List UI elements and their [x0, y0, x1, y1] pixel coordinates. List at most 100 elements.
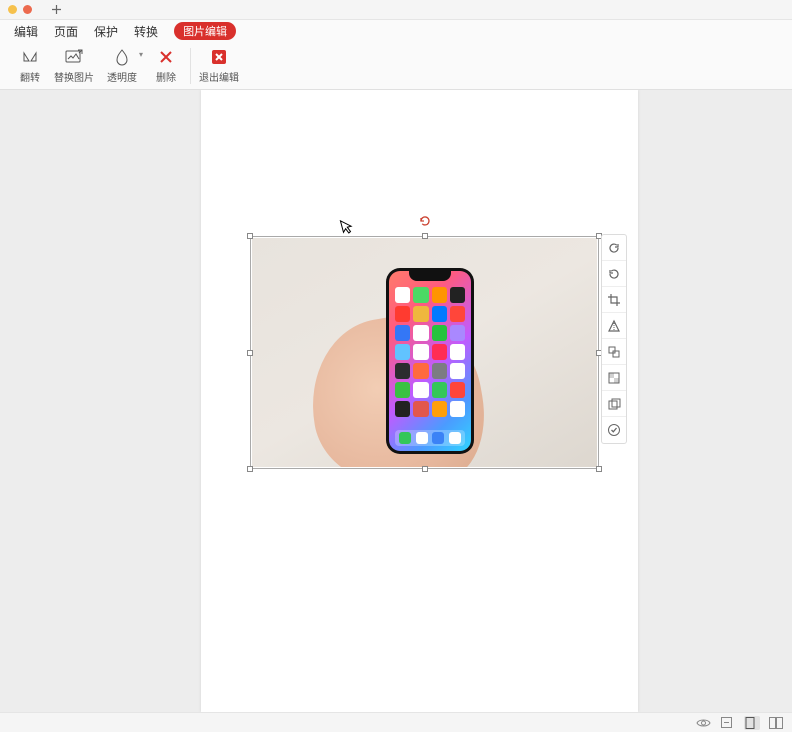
selected-image[interactable]: [250, 236, 599, 469]
menu-page[interactable]: 页面: [54, 23, 78, 40]
rotate-cw-icon: [607, 267, 621, 281]
cursor-pointer-icon: [339, 216, 357, 235]
new-tab-button[interactable]: [46, 0, 66, 20]
double-page-icon: [768, 716, 784, 730]
exit-edit-label: 退出编辑: [199, 69, 239, 84]
delete-tool[interactable]: 删除: [146, 45, 186, 86]
replace-image-tool[interactable]: 替换图片: [50, 45, 98, 86]
float-rotate-ccw[interactable]: [602, 235, 626, 261]
phone-app-icon: [395, 344, 410, 360]
window-titlebar: [0, 0, 792, 20]
delete-icon: [156, 47, 176, 67]
exit-edit-tool[interactable]: 退出编辑: [195, 45, 243, 86]
image-edit-toolbar: 翻转 替换图片 ▾ 透明度 删除 退出编辑: [0, 42, 792, 90]
phone-app-icon: [395, 287, 410, 303]
float-apply[interactable]: [602, 417, 626, 443]
fit-width-icon: [720, 716, 733, 729]
exit-edit-icon: [209, 47, 229, 67]
image-float-toolbar: [601, 234, 627, 444]
phone-dock-icon: [416, 432, 428, 444]
float-export[interactable]: [602, 391, 626, 417]
phone-app-icon: [413, 306, 428, 322]
mirror-icon: [607, 319, 621, 333]
phone-dock-icon: [449, 432, 461, 444]
menu-image-edit[interactable]: 图片编辑: [174, 22, 236, 40]
phone-app-icon: [395, 325, 410, 341]
phone-app-icon: [450, 363, 465, 379]
view-mode-single[interactable]: [744, 716, 760, 730]
opacity-tool[interactable]: ▾ 透明度: [98, 45, 146, 86]
menu-edit[interactable]: 编辑: [14, 23, 38, 40]
flip-tool[interactable]: 翻转: [10, 45, 50, 86]
menu-convert[interactable]: 转换: [134, 23, 158, 40]
export-icon: [607, 397, 621, 411]
check-circle-icon: [607, 423, 621, 437]
delete-label: 删除: [156, 69, 176, 84]
crop-icon: [607, 293, 621, 307]
image-content: [252, 238, 597, 467]
phone-app-icon: [395, 363, 410, 379]
phone-app-icon: [413, 287, 428, 303]
float-crop[interactable]: [602, 287, 626, 313]
phone-app-icon: [450, 382, 465, 398]
view-mode-read[interactable]: [696, 717, 712, 729]
phone-app-icon: [413, 325, 428, 341]
phone-app-icon: [432, 306, 447, 322]
phone-app-icon: [395, 401, 410, 417]
phone-app-icon: [413, 401, 428, 417]
phone-dock-icon: [432, 432, 444, 444]
toolbar-separator: [190, 48, 191, 84]
plus-icon: [51, 4, 62, 15]
rotate-handle[interactable]: [418, 214, 432, 228]
resize-handle-w[interactable]: [247, 350, 253, 356]
phone-app-icon: [432, 287, 447, 303]
resize-handle-se[interactable]: [596, 466, 602, 472]
single-page-icon: [744, 716, 756, 730]
phone-app-icon: [413, 344, 428, 360]
resize-handle-nw[interactable]: [247, 233, 253, 239]
phone-app-icon: [432, 382, 447, 398]
phone-app-icon: [395, 306, 410, 322]
phone-app-icon: [432, 344, 447, 360]
flip-icon: [20, 47, 40, 67]
float-rotate-cw[interactable]: [602, 261, 626, 287]
float-extract[interactable]: [602, 339, 626, 365]
rotate-ccw-icon: [607, 241, 621, 255]
replace-image-label: 替换图片: [54, 69, 94, 84]
phone-app-icon: [432, 325, 447, 341]
phone-dock-icon: [399, 432, 411, 444]
flip-label: 翻转: [20, 69, 40, 84]
document-page[interactable]: [201, 90, 638, 712]
checker-icon: [607, 371, 621, 385]
view-mode-double[interactable]: [768, 716, 784, 730]
resize-handle-sw[interactable]: [247, 466, 253, 472]
resize-handle-n[interactable]: [422, 233, 428, 239]
phone-app-icon: [395, 382, 410, 398]
phone-app-icon: [450, 344, 465, 360]
selection-frame: [250, 236, 599, 469]
phone-app-icon: [413, 382, 428, 398]
phone-app-icon: [450, 401, 465, 417]
window-button-minimize[interactable]: [8, 5, 17, 14]
extract-icon: [607, 345, 621, 359]
phone-app-icon: [432, 401, 447, 417]
phone-illustration: [386, 268, 474, 454]
status-bar: [0, 712, 792, 732]
float-flip[interactable]: [602, 313, 626, 339]
phone-app-icon: [432, 363, 447, 379]
opacity-icon: [112, 47, 132, 67]
window-button-close[interactable]: [23, 5, 32, 14]
phone-app-icon: [413, 363, 428, 379]
resize-handle-s[interactable]: [422, 466, 428, 472]
phone-app-icon: [450, 306, 465, 322]
dropdown-caret-icon: ▾: [139, 50, 143, 59]
phone-app-icon: [450, 287, 465, 303]
replace-image-icon: [64, 47, 84, 67]
float-opacity[interactable]: [602, 365, 626, 391]
menu-protect[interactable]: 保护: [94, 23, 118, 40]
eye-icon: [696, 717, 711, 729]
view-mode-fit[interactable]: [720, 716, 736, 729]
workspace: [0, 90, 792, 712]
rotate-icon: [418, 214, 432, 228]
opacity-label: 透明度: [107, 69, 137, 84]
